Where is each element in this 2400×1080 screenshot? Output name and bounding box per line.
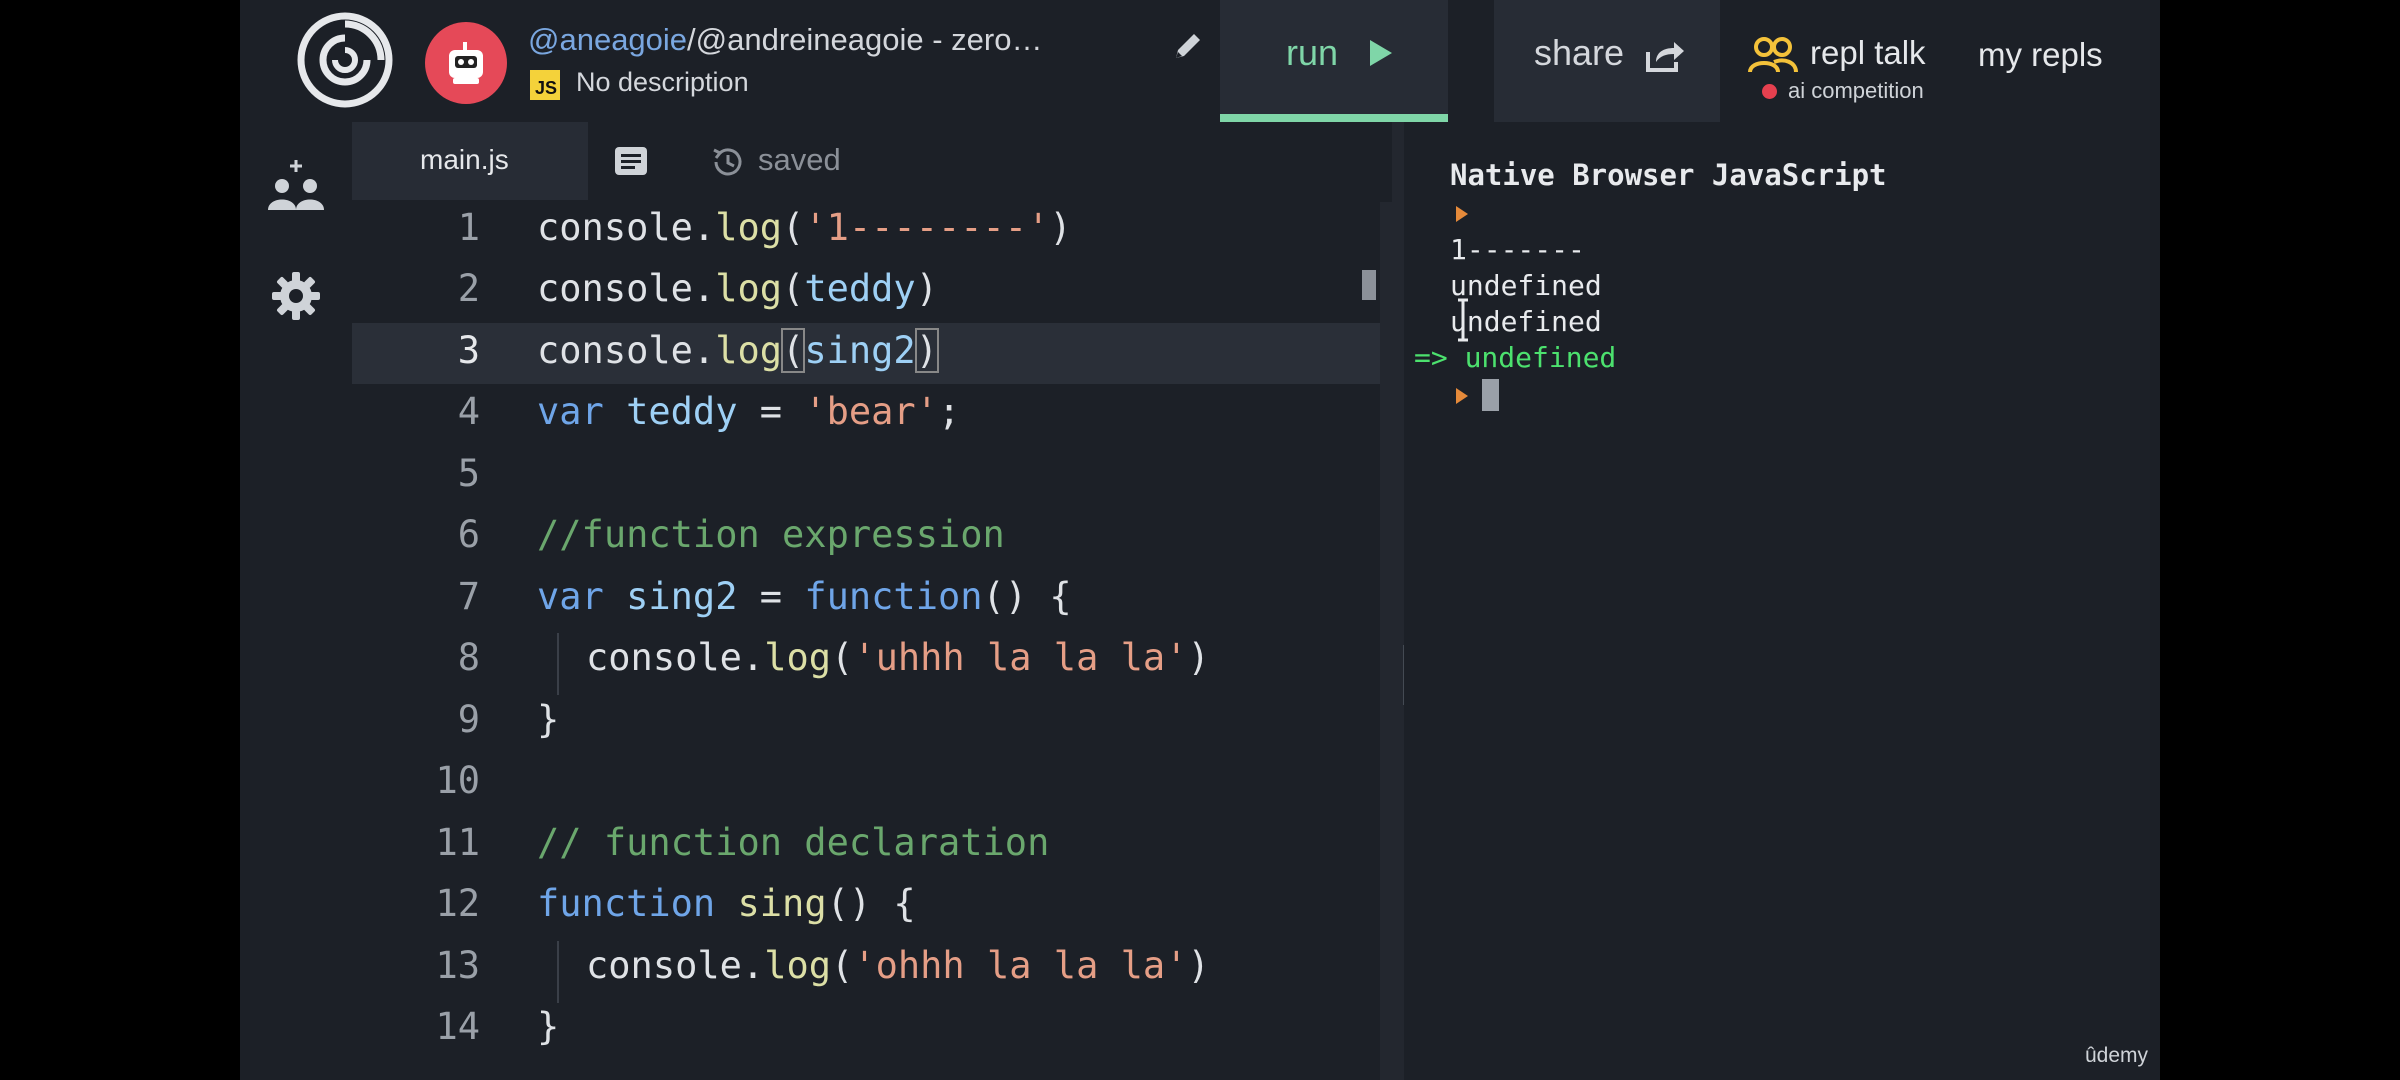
line-number: 11 bbox=[435, 821, 480, 864]
repl-path: /@andreineagoie - zero… bbox=[687, 22, 1043, 57]
run-button[interactable]: run bbox=[1220, 0, 1448, 122]
code-line[interactable]: } bbox=[537, 698, 559, 741]
pencil-edit-icon[interactable] bbox=[1170, 28, 1206, 64]
files-icon[interactable] bbox=[614, 146, 648, 176]
replit-logo-icon[interactable] bbox=[295, 10, 395, 110]
code-line[interactable]: console.log('uhhh la la la') bbox=[586, 636, 1210, 679]
save-status: saved bbox=[758, 142, 841, 177]
code-line[interactable]: console.log(teddy) bbox=[537, 267, 938, 310]
code-line[interactable]: console.log('1--------') bbox=[537, 206, 1072, 249]
indent-guide bbox=[557, 941, 559, 1003]
tab-label: main.js bbox=[420, 144, 509, 175]
code-line[interactable]: } bbox=[537, 1005, 559, 1048]
line-number: 6 bbox=[457, 513, 480, 556]
console-result: => undefined bbox=[1414, 341, 1617, 374]
line-number: 14 bbox=[435, 1005, 480, 1048]
top-header: @aneagoie/@andreineagoie - zero… JS No d… bbox=[240, 0, 2160, 122]
code-line[interactable]: function sing() { bbox=[537, 882, 916, 925]
line-number: 7 bbox=[457, 575, 480, 618]
code-line[interactable]: console.log(sing2) bbox=[537, 328, 940, 373]
share-label: share bbox=[1534, 32, 1625, 73]
indent-guide bbox=[557, 633, 559, 695]
user-link[interactable]: @aneagoie bbox=[528, 22, 687, 57]
console-output-line: undefined bbox=[1450, 269, 1602, 302]
code-line[interactable]: console.log('ohhh la la la') bbox=[586, 944, 1210, 987]
code-editor[interactable]: main.js saved 1 2 3 4 5 6 7 8 9 10 11 12… bbox=[352, 122, 1392, 1080]
prompt-icon bbox=[1456, 388, 1468, 404]
people-icon bbox=[1748, 37, 1798, 73]
add-user-icon[interactable] bbox=[266, 158, 326, 218]
language-badge: JS bbox=[530, 70, 560, 100]
editor-scrollbar[interactable] bbox=[1380, 202, 1392, 1080]
tab-main-js[interactable]: main.js bbox=[352, 122, 588, 200]
repl-title[interactable]: @aneagoie/@andreineagoie - zero… bbox=[528, 22, 1043, 58]
history-icon[interactable] bbox=[710, 144, 746, 180]
notification-dot-icon bbox=[1762, 84, 1777, 99]
run-label: run bbox=[1286, 32, 1339, 73]
line-number: 13 bbox=[435, 944, 480, 987]
my-repls-link[interactable]: my repls bbox=[1978, 36, 2103, 74]
line-number: 4 bbox=[457, 390, 480, 433]
scroll-thumb[interactable] bbox=[1362, 270, 1376, 300]
console-output-line: 1------- bbox=[1450, 233, 1585, 266]
line-number: 12 bbox=[435, 882, 480, 925]
console-output-line: undefined bbox=[1450, 305, 1602, 338]
line-number: 1 bbox=[457, 206, 480, 249]
line-number: 5 bbox=[457, 452, 480, 495]
gear-icon[interactable] bbox=[270, 270, 322, 322]
repl-talk-link[interactable]: repl talk bbox=[1810, 34, 1926, 72]
console-panel[interactable]: Native Browser JavaScript 1------- undef… bbox=[1404, 122, 2160, 1080]
code-line[interactable]: // function declaration bbox=[537, 821, 1049, 864]
line-number: 9 bbox=[457, 698, 480, 741]
repl-description[interactable]: No description bbox=[576, 67, 749, 98]
code-line[interactable]: var sing2 = function() { bbox=[537, 575, 1072, 618]
repl-app: @aneagoie/@andreineagoie - zero… JS No d… bbox=[240, 0, 2160, 1080]
console-title: Native Browser JavaScript bbox=[1450, 158, 1887, 192]
avatar[interactable] bbox=[425, 22, 507, 104]
robot-icon bbox=[449, 42, 483, 84]
code-line[interactable]: var teddy = 'bear'; bbox=[537, 390, 960, 433]
console-input-cursor[interactable] bbox=[1482, 379, 1499, 411]
run-active-indicator bbox=[1220, 114, 1448, 122]
line-number: 2 bbox=[457, 267, 480, 310]
line-number: 8 bbox=[457, 636, 480, 679]
pane-divider[interactable] bbox=[1392, 122, 1404, 1080]
line-number: 3 bbox=[457, 329, 480, 372]
play-icon bbox=[1370, 40, 1392, 66]
prompt-icon bbox=[1456, 206, 1468, 222]
share-button[interactable]: share bbox=[1494, 0, 1720, 122]
code-line[interactable]: //function expression bbox=[537, 513, 1005, 556]
editor-tab-bar: main.js saved bbox=[352, 122, 1392, 200]
text-cursor-icon bbox=[1458, 298, 1468, 342]
share-icon bbox=[1646, 42, 1684, 72]
left-sidebar bbox=[240, 122, 352, 1080]
ai-competition-link[interactable]: ai competition bbox=[1788, 78, 1924, 104]
line-number: 10 bbox=[435, 759, 480, 802]
udemy-watermark: ûdemy bbox=[2084, 1044, 2148, 1067]
